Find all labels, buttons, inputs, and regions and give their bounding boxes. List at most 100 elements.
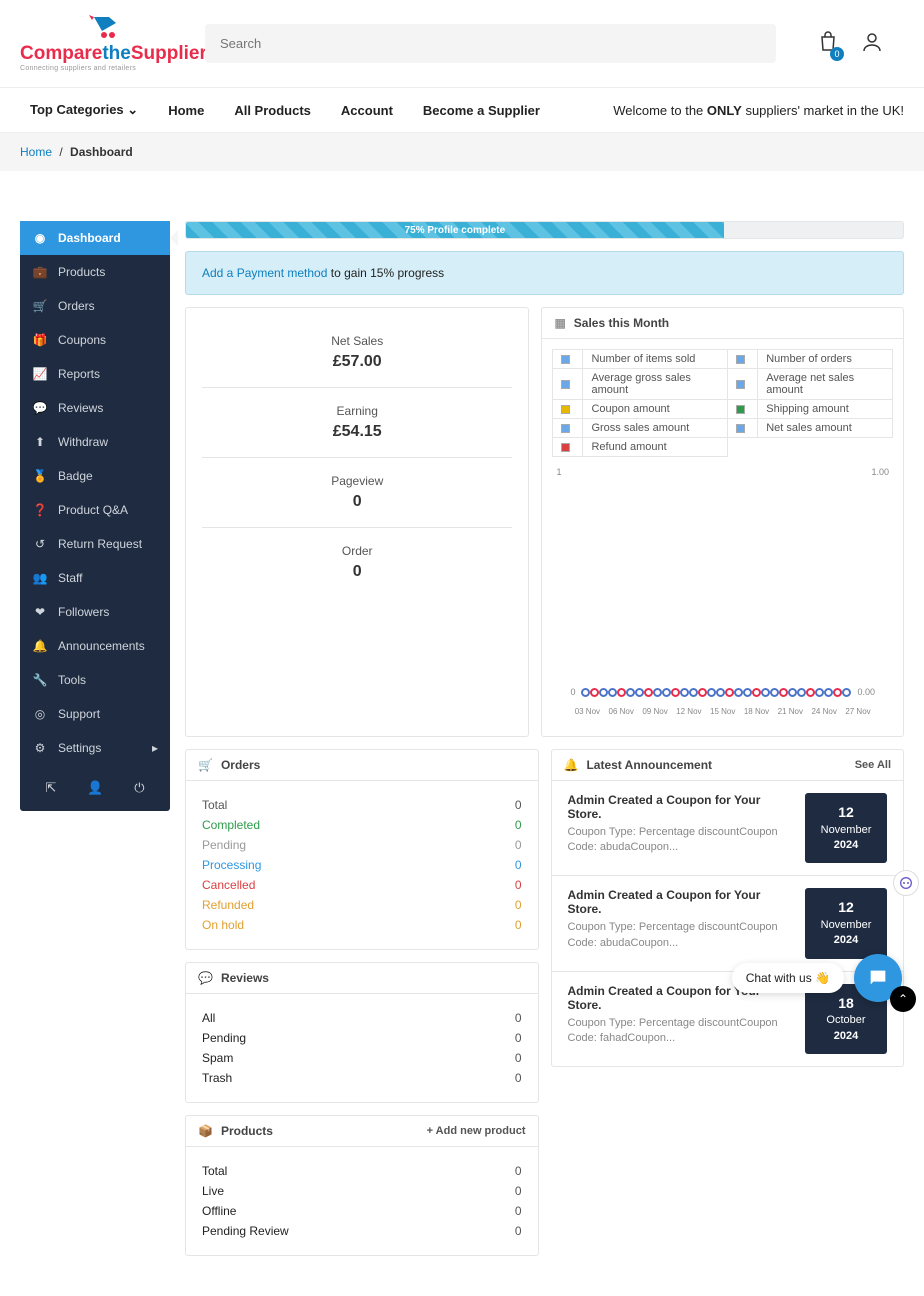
sidebar-item-announcements[interactable]: 🔔 Announcements	[20, 629, 170, 663]
add-payment-link[interactable]: Add a Payment method	[202, 266, 327, 280]
sidebar-label: Orders	[58, 299, 95, 313]
sidebar-label: Withdraw	[58, 435, 108, 449]
account-button[interactable]	[860, 30, 884, 57]
nav-top-categories[interactable]: Top Categories ⌄	[20, 88, 153, 132]
announcement-item[interactable]: Admin Created a Coupon for Your Store.Co…	[552, 781, 904, 876]
announcements-card: 🔔Latest AnnouncementSee All Admin Create…	[551, 749, 905, 1067]
status-row[interactable]: Live0	[202, 1181, 522, 1201]
sidebar-label: Announcements	[58, 639, 145, 653]
sidebar-item-staff[interactable]: 👥Staff	[20, 561, 170, 595]
data-point	[761, 688, 770, 697]
add-product-link[interactable]: + Add new product	[427, 1125, 526, 1137]
orders-card: 🛒Orders Total0Completed0Pending0Processi…	[185, 749, 539, 950]
status-row[interactable]: Total0	[202, 795, 522, 815]
status-row[interactable]: On hold0	[202, 915, 522, 935]
legend-item[interactable]: Number of orders	[758, 350, 893, 369]
summary-net-sales: Net Sales£57.00	[202, 322, 512, 388]
status-row[interactable]: Processing0	[202, 855, 522, 875]
menu-icon: 🔧	[32, 673, 48, 687]
chart-title: Sales this Month	[574, 316, 669, 330]
profile-button[interactable]: 👤	[87, 780, 103, 796]
status-row[interactable]: Cancelled0	[202, 875, 522, 895]
sidebar-item-products[interactable]: 💼Products	[20, 255, 170, 289]
status-row[interactable]: All0	[202, 1008, 522, 1028]
status-row[interactable]: Offline0	[202, 1201, 522, 1221]
status-row[interactable]: Trash0	[202, 1068, 522, 1088]
menu-icon: 🎁	[32, 333, 48, 347]
sidebar-item-withdraw[interactable]: ⬆Withdraw	[20, 425, 170, 459]
assistant-icon[interactable]	[893, 870, 919, 896]
logo[interactable]: ComparetheSuppliers Connecting suppliers…	[20, 15, 185, 72]
data-point	[689, 688, 698, 697]
sidebar-item-followers[interactable]: ❤Followers	[20, 595, 170, 629]
menu-icon: 📈	[32, 367, 48, 381]
nav-all-products[interactable]: All Products	[219, 89, 326, 132]
nav-account[interactable]: Account	[326, 89, 408, 132]
sidebar-item-tools[interactable]: 🔧Tools	[20, 663, 170, 697]
power-button[interactable]: ⏻	[134, 780, 144, 796]
sidebar-item-reviews[interactable]: 💬Reviews	[20, 391, 170, 425]
x-label: 06 Nov	[609, 707, 634, 716]
legend-item[interactable]: Coupon amount	[583, 400, 728, 419]
menu-icon: 🔔	[32, 639, 48, 653]
menu-icon: ❤	[32, 605, 48, 619]
legend-item[interactable]: Average gross sales amount	[583, 369, 728, 400]
data-point	[671, 688, 680, 697]
sidebar-item-settings[interactable]: ⚙Settings ▸	[20, 731, 170, 765]
status-row[interactable]: Refunded0	[202, 895, 522, 915]
logo-tagline: Connecting suppliers and retailers	[20, 65, 185, 72]
bell-icon: 🔔	[564, 758, 579, 772]
x-label: 09 Nov	[642, 707, 667, 716]
status-row[interactable]: Total0	[202, 1161, 522, 1181]
data-point	[770, 688, 779, 697]
x-label: 24 Nov	[811, 707, 836, 716]
sidebar-label: Product Q&A	[58, 503, 128, 517]
sidebar-label: Settings	[58, 741, 101, 755]
breadcrumb-home[interactable]: Home	[20, 145, 52, 159]
sidebar-item-return-request[interactable]: ↺Return Request	[20, 527, 170, 561]
external-link-button[interactable]: ⇱	[45, 780, 56, 796]
legend-item[interactable]: Shipping amount	[758, 400, 893, 419]
x-label: 12 Nov	[676, 707, 701, 716]
sidebar-label: Staff	[58, 571, 82, 585]
status-row[interactable]: Pending0	[202, 1028, 522, 1048]
chevron-down-icon: ⌄	[127, 102, 138, 117]
nav-become-supplier[interactable]: Become a Supplier	[408, 89, 555, 132]
status-row[interactable]: Pending Review0	[202, 1221, 522, 1241]
box-icon: 📦	[198, 1124, 213, 1138]
menu-icon: 🛒	[32, 299, 48, 313]
status-row[interactable]: Pending0	[202, 835, 522, 855]
data-point	[662, 688, 671, 697]
breadcrumb: Home / Dashboard	[0, 133, 924, 171]
status-row[interactable]: Spam0	[202, 1048, 522, 1068]
see-all-link[interactable]: See All	[855, 759, 891, 771]
menu-icon: ❓	[32, 503, 48, 517]
data-point	[824, 688, 833, 697]
data-point	[788, 688, 797, 697]
sidebar-item-support[interactable]: ◎Support	[20, 697, 170, 731]
legend-item[interactable]: Average net sales amount	[758, 369, 893, 400]
menu-icon: 💼	[32, 265, 48, 279]
data-point	[617, 688, 626, 697]
data-point	[680, 688, 689, 697]
summary-order: Order0	[202, 532, 512, 597]
sidebar-item-dashboard[interactable]: ◉Dashboard	[20, 221, 170, 255]
scroll-top-button[interactable]: ⌃	[890, 986, 916, 1012]
status-row[interactable]: Completed0	[202, 815, 522, 835]
legend-item[interactable]: Number of items sold	[583, 350, 728, 369]
sidebar-item-badge[interactable]: 🏅Badge	[20, 459, 170, 493]
legend-item[interactable]: Gross sales amount	[583, 419, 728, 438]
data-point	[716, 688, 725, 697]
legend-item[interactable]: Net sales amount	[758, 419, 893, 438]
summary-card: Net Sales£57.00Earning£54.15Pageview0Ord…	[185, 307, 529, 737]
sidebar-item-reports[interactable]: 📈Reports	[20, 357, 170, 391]
search-input[interactable]	[205, 24, 776, 63]
legend-item[interactable]: Refund amount	[583, 438, 728, 457]
sidebar-item-orders[interactable]: 🛒 Orders	[20, 289, 170, 323]
nav-home[interactable]: Home	[153, 89, 219, 132]
menu-icon: ⚙	[32, 741, 48, 755]
cart-button[interactable]: 0	[816, 30, 840, 57]
sidebar-item-coupons[interactable]: 🎁Coupons	[20, 323, 170, 357]
data-point	[590, 688, 599, 697]
sidebar-item-product-q&a[interactable]: ❓ Product Q&A	[20, 493, 170, 527]
